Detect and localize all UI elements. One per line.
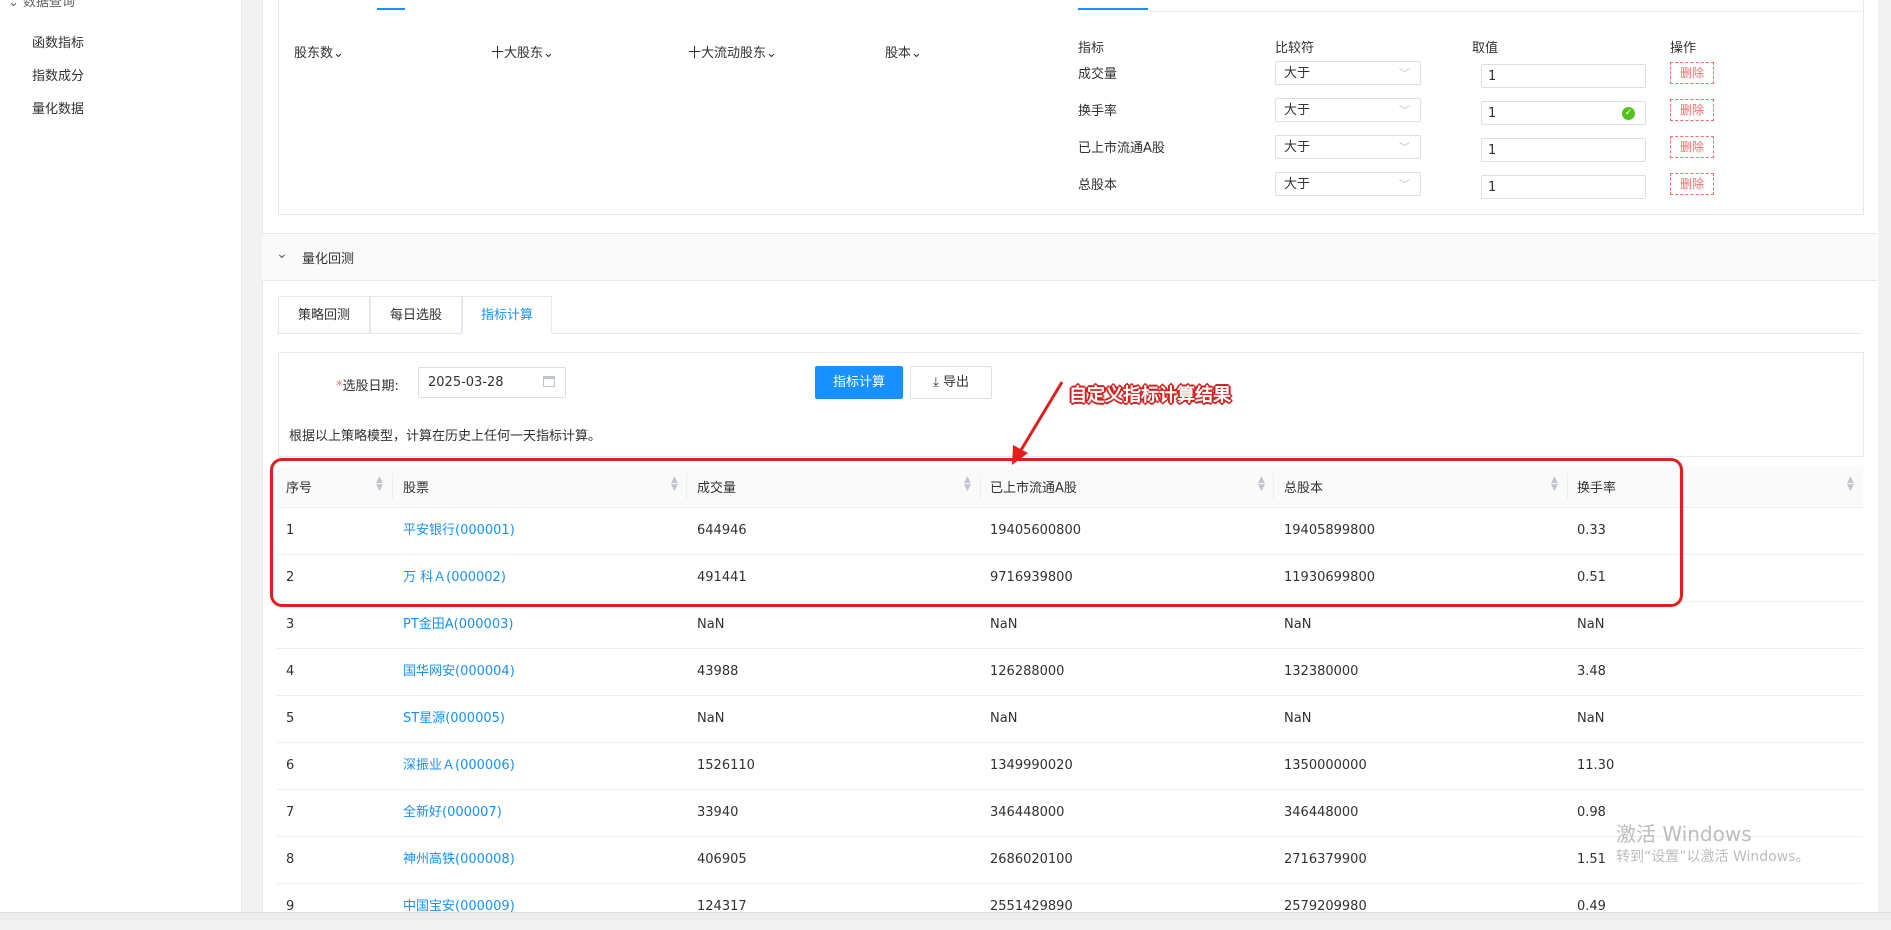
check-circle-icon: ✓ [1622,107,1635,120]
tab-daily-selection[interactable]: 每日选股 [370,296,462,334]
column-divider [392,474,393,500]
condition-indicator: 总股本 [1078,178,1118,193]
active-tab-indicator [377,8,405,10]
chevron-down-icon: ﹀ [1399,104,1410,117]
sort-icon[interactable]: ▲ ▼ [964,476,971,493]
tab-strategy-backtest[interactable]: 策略回测 [278,296,370,334]
stock-link[interactable]: PT金田A(000003) [403,602,513,648]
column-divider [686,474,687,500]
column-divider [1567,474,1568,500]
condition-indicator: 换手率 [1078,104,1118,119]
column-divider [1273,474,1274,500]
sidebar: ⌄ 数据查询 函数指标 指数成分 量化数据 [0,0,242,912]
stock-link[interactable]: 万 科Ａ(000002) [403,555,506,601]
value-input[interactable]: 1 [1481,64,1646,88]
delete-button[interactable]: 删除 [1670,99,1714,121]
conditions-header-comparator: 比较符 [1275,41,1315,56]
chevron-down-icon: ⌄ [8,0,19,10]
value-input[interactable]: 1 [1481,138,1646,162]
active-tab-indicator-2 [1078,8,1148,10]
table-row: 1 平安银行(000001) 644946 19405600800 194058… [277,508,1863,555]
table-row: 9 中国宝安(000009) 124317 2551429890 2579209… [277,884,1863,930]
sort-icon[interactable]: ▲ ▼ [1551,476,1558,493]
sidebar-item-function-indicators[interactable]: 函数指标 [32,32,84,51]
sort-icon[interactable]: ▲ ▼ [1847,476,1854,493]
sort-icon[interactable]: ▲ ▼ [671,476,678,493]
export-button[interactable]: ⤓ 导出 [910,366,992,399]
calendar-icon [543,376,555,387]
sidebar-group-label[interactable]: ⌄ 数据查询 [8,0,75,10]
comparator-select[interactable]: 大于 ﹀ [1275,61,1421,85]
chevron-down-icon: ﹀ [1399,141,1410,154]
comparator-select[interactable]: 大于 ﹀ [1275,135,1421,159]
stock-link[interactable]: 全新好(000007) [403,790,502,836]
column-header-index[interactable]: 序号 [286,472,312,506]
comparator-select[interactable]: 大于 ﹀ [1275,172,1421,196]
activation-watermark-title: 激活 Windows [1616,822,1752,846]
table-row: 6 深振业Ａ(000006) 1526110 1349990020 135000… [277,743,1863,790]
sidebar-item-quant-data[interactable]: 量化数据 [32,98,84,117]
chevron-down-icon: ⌄ [543,46,554,61]
value-input[interactable]: 1 [1481,175,1646,199]
condition-indicator: 成交量 [1078,67,1118,82]
dropdown-share-capital[interactable]: 股本⌄ [885,42,922,61]
section-title: 量化回测 [302,252,355,267]
conditions-header-value: 取值 [1472,41,1499,56]
sidebar-item-index-components[interactable]: 指数成分 [32,65,84,84]
download-icon: ⤓ [933,375,939,390]
section-header[interactable]: ⌄ 量化回测 [262,233,1877,281]
annotation-label: 自定义指标计算结果 [1069,385,1231,406]
dropdown-top10-holders[interactable]: 十大股东⌄ [491,42,554,61]
comparator-select[interactable]: 大于 ﹀ [1275,98,1421,122]
table-row: 5 ST星源(000005) NaN NaN NaN NaN [277,696,1863,743]
column-header-volume[interactable]: 成交量 [697,472,736,506]
dropdown-top10-float-holders[interactable]: 十大流动股东⌄ [688,42,777,61]
annotation-arrow-icon [1012,381,1064,465]
hint-text: 根据以上策略模型，计算在历史上任何一天指标计算。 [289,429,602,444]
table-row: 2 万 科Ａ(000002) 491441 9716939800 1193069… [277,555,1863,602]
chevron-down-icon: ⌄ [911,46,922,61]
column-header-float-a-shares[interactable]: 已上市流通A股 [990,472,1077,506]
table-row: 3 PT金田A(000003) NaN NaN NaN NaN [277,602,1863,649]
chevron-down-icon: ﹀ [1399,178,1410,191]
column-divider [980,474,981,500]
conditions-header-action: 操作 [1670,41,1697,56]
chevron-down-icon: ﹀ [1399,67,1410,80]
chevron-down-icon: ⌄ [276,246,288,262]
calc-button[interactable]: 指标计算 [815,366,903,399]
column-header-total-shares[interactable]: 总股本 [1284,472,1323,506]
tab-indicator-calc[interactable]: 指标计算 [462,296,552,334]
chevron-down-icon: ⌄ [766,46,777,61]
delete-button[interactable]: 删除 [1670,62,1714,84]
date-picker[interactable]: 2025-03-28 [418,367,566,398]
condition-indicator: 已上市流通A股 [1078,141,1165,156]
dropdown-shareholders[interactable]: 股东数⌄ [294,42,344,61]
delete-button[interactable]: 删除 [1670,173,1714,195]
column-header-stock[interactable]: 股票 [403,472,429,506]
stock-link[interactable]: 深振业Ａ(000006) [403,743,515,789]
activation-watermark-subtitle: 转到“设置”以激活 Windows。 [1616,849,1810,865]
conditions-header-indicator: 指标 [1078,41,1105,56]
sort-icon[interactable]: ▲ ▼ [1258,476,1265,493]
delete-button[interactable]: 删除 [1670,136,1714,158]
stock-link[interactable]: ST星源(000005) [403,696,505,742]
stock-link[interactable]: 神州高铁(000008) [403,837,515,883]
stock-link[interactable]: 平安银行(000001) [403,508,515,554]
date-label: *选股日期: [336,379,399,394]
sort-icon[interactable]: ▲ ▼ [376,476,383,493]
column-header-turnover[interactable]: 换手率 [1577,472,1616,506]
value-input[interactable]: 1 ✓ [1481,101,1646,125]
divider [1150,11,1862,12]
table-row: 4 国华网安(000004) 43988 126288000 132380000… [277,649,1863,696]
stock-link[interactable]: 中国宝安(000009) [403,884,515,930]
stock-link[interactable]: 国华网安(000004) [403,649,515,695]
chevron-down-icon: ⌄ [333,46,344,61]
